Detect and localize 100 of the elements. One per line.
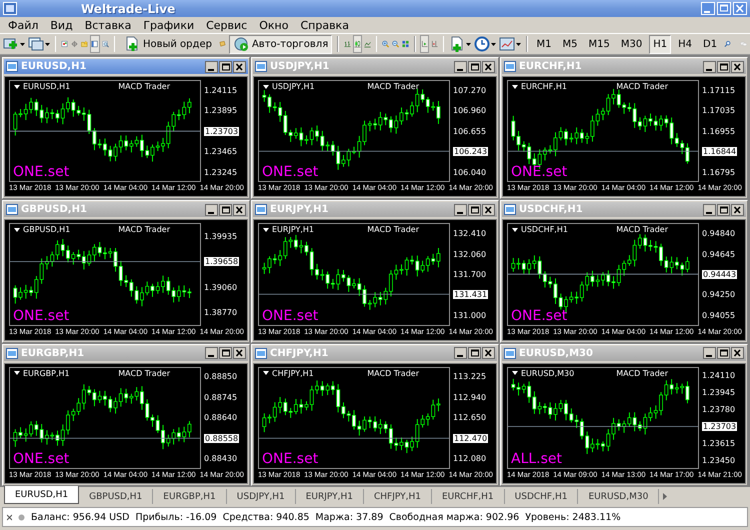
chart-tab[interactable]: USDCHF,H1 <box>504 489 578 504</box>
price-label: 0.88640 <box>204 413 238 422</box>
dropdown-icon[interactable] <box>512 84 518 88</box>
menu-item[interactable]: Графики <box>137 18 200 32</box>
caret-icon[interactable] <box>516 42 522 46</box>
chart-window-icon <box>504 204 516 216</box>
maximize-button[interactable] <box>468 204 481 216</box>
dropdown-icon[interactable] <box>14 228 20 232</box>
close-button[interactable] <box>233 204 246 216</box>
caret-icon[interactable] <box>466 42 472 46</box>
minimize-button[interactable] <box>703 204 716 216</box>
expert-name: MACD Trader <box>367 368 419 378</box>
minimize-button[interactable] <box>205 60 218 72</box>
dropdown-icon[interactable] <box>263 228 269 232</box>
minimize-button[interactable] <box>454 60 467 72</box>
close-button[interactable] <box>233 347 246 360</box>
timeframe-button[interactable]: H1 <box>649 34 672 54</box>
timeframe-button[interactable]: M30 <box>616 34 646 54</box>
dropdown-icon[interactable] <box>14 84 20 88</box>
minimize-button[interactable] <box>454 204 467 216</box>
chart-tab[interactable]: EURCHF,H1 <box>432 489 505 504</box>
timeframe-button[interactable]: M15 <box>584 34 614 54</box>
minimize-button[interactable] <box>205 204 218 216</box>
dropdown-icon[interactable] <box>512 228 518 232</box>
close-button[interactable] <box>731 60 744 72</box>
chart-tab[interactable]: EURUSD,M30 <box>578 489 660 504</box>
document-plus-icon <box>124 36 140 52</box>
timeframe-button[interactable]: M1 <box>532 34 556 54</box>
close-button[interactable] <box>482 204 495 216</box>
close-button[interactable] <box>731 204 744 216</box>
caret-icon[interactable] <box>45 42 50 46</box>
menu-item[interactable]: Справка <box>294 18 355 32</box>
symbol-label: EURUSD,H1 <box>23 82 70 91</box>
price-label: 1.16795 <box>702 168 736 177</box>
set-label: ONE.set <box>13 450 70 467</box>
maximize-button[interactable] <box>717 60 730 72</box>
minimize-button[interactable] <box>703 60 716 72</box>
chart-tab[interactable]: USDJPY,H1 <box>226 489 296 504</box>
price-label: 107.270 <box>453 86 486 95</box>
caret-icon[interactable] <box>20 42 25 46</box>
chart-plus-icon[interactable] <box>3 36 19 52</box>
close-button[interactable] <box>233 60 246 72</box>
chart-tab[interactable]: EURJPY,H1 <box>296 489 364 504</box>
close-button[interactable] <box>731 347 744 360</box>
chart-window-title: CHFJPY,H1 <box>270 348 330 359</box>
chart-tab[interactable]: EURUSD,H1 <box>4 486 80 504</box>
indicator-plus-icon[interactable] <box>449 36 466 52</box>
price-label: 132.060 <box>453 250 486 259</box>
caret-icon[interactable] <box>491 42 496 46</box>
dropdown-icon[interactable] <box>263 371 269 376</box>
minimize-button[interactable] <box>703 347 716 360</box>
template-icon[interactable] <box>499 36 516 52</box>
maximize-button[interactable] <box>219 60 232 72</box>
symbol-label: EURJPY,H1 <box>272 225 314 234</box>
close-icon[interactable] <box>7 514 12 520</box>
dropdown-icon[interactable] <box>14 371 20 376</box>
windows-icon[interactable] <box>28 36 44 52</box>
timeframe-button[interactable]: D1 <box>699 34 722 54</box>
minimize-button[interactable] <box>454 347 467 360</box>
current-price-label: 112.470 <box>453 434 488 443</box>
dropdown-icon[interactable] <box>263 84 269 88</box>
tab-scroll-icon[interactable] <box>663 493 668 500</box>
menu-item[interactable]: Окно <box>253 18 294 32</box>
maximize-button[interactable] <box>717 347 730 360</box>
maximize-button[interactable] <box>468 60 481 72</box>
panel-icon[interactable] <box>91 36 98 52</box>
menu-item[interactable]: Вид <box>44 18 79 32</box>
auto-trading-button[interactable]: Авто-торговля <box>228 34 332 54</box>
candles-icon[interactable] <box>354 36 361 52</box>
timeframe-button[interactable]: H4 <box>674 34 696 54</box>
expert-name: MACD Trader <box>367 225 419 234</box>
chart-tab[interactable]: CHFJPY,H1 <box>364 489 432 504</box>
chart-window-title: EURUSD,M30 <box>519 348 594 359</box>
menu-item[interactable]: Вставка <box>78 18 138 32</box>
autoscroll-icon[interactable] <box>420 36 428 52</box>
price-label: 1.24115 <box>204 86 238 95</box>
maximize-button[interactable] <box>717 204 730 216</box>
chart-window-icon <box>6 348 18 359</box>
maximize-button[interactable] <box>468 347 481 360</box>
dropdown-icon[interactable] <box>512 371 518 376</box>
minimize-button[interactable] <box>205 347 218 360</box>
close-button[interactable] <box>482 60 495 72</box>
expert-name: MACD Trader <box>118 82 170 91</box>
new-order-button[interactable]: Новый ордер <box>120 34 216 54</box>
chart-tab[interactable]: EURGBP,H1 <box>153 489 227 504</box>
symbol-label: CHFJPY,H1 <box>272 368 314 378</box>
current-price-label: 106.243 <box>453 147 488 156</box>
menu-item[interactable]: Файл <box>2 18 44 32</box>
clock-icon[interactable] <box>474 36 490 52</box>
account-stat: Прибыль: -16.09 <box>135 512 217 522</box>
set-label: ONE.set <box>511 308 568 324</box>
maximize-button[interactable] <box>219 347 232 360</box>
chart-tab[interactable]: GBPUSD,H1 <box>79 489 154 504</box>
price-label: 132.410 <box>453 229 486 238</box>
set-label: ONE.set <box>13 308 70 324</box>
maximize-button[interactable] <box>219 204 232 216</box>
menu-item[interactable]: Сервис <box>200 18 254 32</box>
close-button[interactable] <box>482 347 495 360</box>
price-label: 0.88745 <box>204 392 238 402</box>
timeframe-button[interactable]: M5 <box>558 34 582 54</box>
